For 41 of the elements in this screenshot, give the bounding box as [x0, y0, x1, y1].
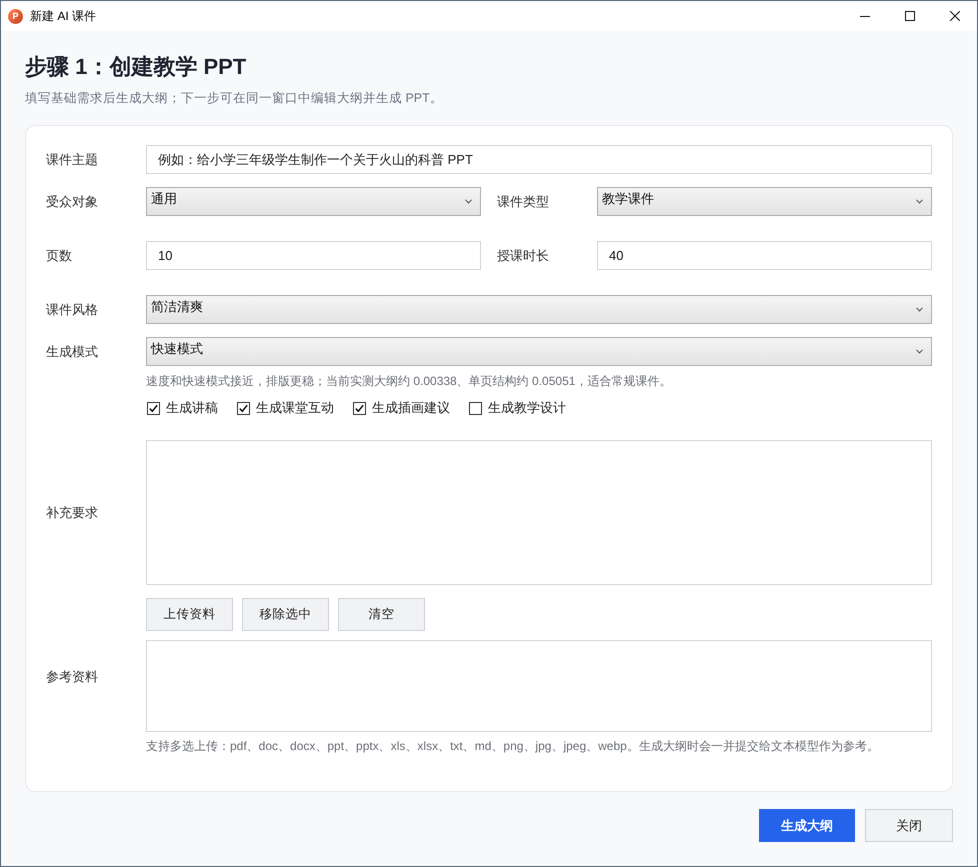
field-label: 页数 — [46, 246, 72, 264]
dropdown-field[interactable]: 教学课件 — [597, 187, 932, 216]
checkbox-label[interactable]: 生成教学设计 — [488, 399, 566, 417]
checkbox[interactable] — [237, 402, 250, 414]
clear-button[interactable]: 清空 — [338, 598, 425, 631]
app-logo: P — [8, 8, 23, 24]
checkbox-label[interactable]: 生成插画建议 — [372, 399, 450, 417]
dropdown-field[interactable]: 简洁清爽 — [146, 295, 932, 324]
checkbox[interactable] — [469, 402, 482, 414]
field-label: 课件主题 — [46, 150, 98, 168]
input-field[interactable]: 例如：给小学三年级学生制作一个关于火山的科普 PPT — [146, 145, 932, 174]
close-icon[interactable] — [950, 11, 960, 21]
checkbox[interactable] — [353, 402, 366, 414]
dropdown-field[interactable]: 快速模式 — [146, 337, 932, 366]
maximize-icon[interactable] — [905, 11, 915, 21]
field-label: 参考资料 — [46, 668, 98, 686]
checkbox-label[interactable]: 生成讲稿 — [166, 399, 218, 417]
chevron-down-icon — [916, 199, 923, 204]
input-field[interactable]: 40 — [597, 241, 932, 270]
remove-selected-button[interactable]: 移除选中 — [242, 598, 329, 631]
field-label: 课件风格 — [46, 300, 98, 318]
input-field[interactable]: 10 — [146, 241, 481, 270]
window-title: 新建 AI 课件 — [30, 8, 96, 24]
upload-hint: 支持多选上传：pdf、doc、docx、ppt、pptx、xls、xlsx、txt、md、png、jpg、jpeg、webp。生成大纲时会一并提交给文本模型作为参考。 — [146, 738, 880, 754]
chevron-down-icon — [916, 307, 923, 312]
step-description: 填写基础需求后生成大纲；下一步可在同一窗口中编辑大纲并生成 PPT。 — [25, 90, 444, 107]
field-label: 授课时长 — [497, 246, 549, 264]
field-label: 生成模式 — [46, 342, 98, 360]
checkbox[interactable] — [147, 402, 160, 414]
chevron-down-icon — [916, 349, 923, 354]
step-title: 步骤 1：创建教学 PPT — [25, 53, 248, 81]
checkbox-label[interactable]: 生成课堂互动 — [256, 399, 334, 417]
mode-hint: 速度和快速模式接近，排版更稳；当前实测大纲约 0.00338、单页结构约 0.05051，适合常规课件。 — [146, 373, 672, 389]
upload-button[interactable]: 上传资料 — [146, 598, 233, 631]
close-button[interactable]: 关闭 — [865, 809, 953, 842]
field-label: 补充要求 — [46, 504, 98, 522]
generate-outline-button[interactable]: 生成大纲 — [759, 809, 855, 842]
field-label: 受众对象 — [46, 192, 98, 210]
field-label: 课件类型 — [497, 192, 549, 210]
chevron-down-icon — [465, 199, 472, 204]
dropdown-field[interactable]: 通用 — [146, 187, 481, 216]
